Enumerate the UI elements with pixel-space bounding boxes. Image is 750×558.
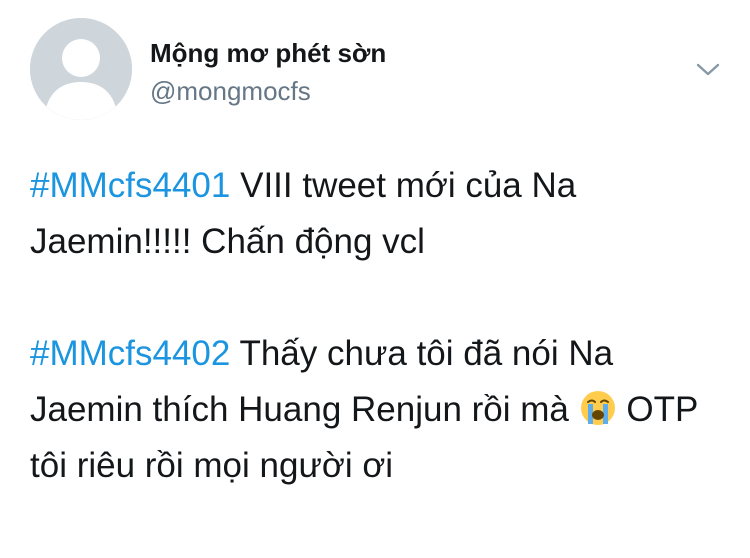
tweet-text: #MMcfs4401 VIII tweet mới của Na Jaemin!…	[30, 158, 730, 494]
tweet-paragraph: #MMcfs4401 VIII tweet mới của Na Jaemin!…	[30, 158, 730, 270]
user-handle[interactable]: @mongmocfs	[150, 76, 311, 107]
loudly-crying-face-emoji-icon	[580, 391, 615, 425]
tweet-card: Mộng mơ phét sờn @mongmocfs #MMcfs4401 V…	[0, 0, 750, 558]
tweet-paragraph: #MMcfs4402 Thấy chưa tôi đã nói Na Jaemi…	[30, 326, 730, 494]
hashtag-link[interactable]: #MMcfs4401	[30, 166, 230, 205]
display-name[interactable]: Mộng mơ phét sờn	[150, 38, 386, 69]
default-avatar-icon	[30, 18, 132, 120]
hashtag-link[interactable]: #MMcfs4402	[30, 334, 230, 373]
profile-avatar[interactable]	[30, 18, 132, 120]
chevron-down-icon	[696, 63, 720, 76]
more-options-button[interactable]	[694, 60, 722, 80]
